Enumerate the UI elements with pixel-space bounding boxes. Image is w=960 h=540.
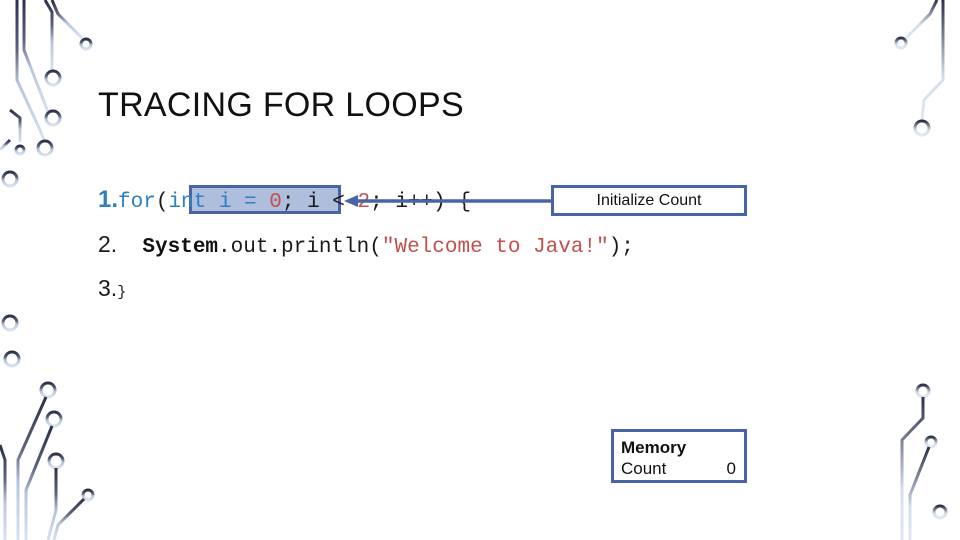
initialize-count-callout: Initialize Count	[551, 185, 747, 216]
memory-variable-row: Count 0	[621, 458, 736, 479]
string-literal: "Welcome to Java!"	[381, 236, 609, 259]
init-statement: int i =	[168, 191, 270, 214]
init-value: 0	[269, 191, 282, 214]
variable-name: Count	[621, 459, 667, 478]
system-class: System	[142, 236, 219, 259]
println-call: .out.println(	[218, 236, 382, 259]
code-line-1: 1.for(int i = 0; i < 2; i++) {	[98, 186, 471, 214]
code-line-3: 3.}	[98, 275, 126, 303]
code-line-2: 2. System.out.println("Welcome to Java!"…	[98, 231, 634, 259]
slide-title: TRACING FOR LOOPS	[98, 86, 464, 124]
circuit-decoration	[0, 0, 948, 540]
init-semicolon: ;	[281, 191, 295, 214]
closing-brace: }	[117, 284, 127, 301]
condition-suffix: ; i++) {	[370, 191, 471, 214]
callout-label: Initialize Count	[596, 191, 702, 209]
right-circuit	[894, 0, 948, 540]
condition-value: 2	[357, 191, 371, 214]
condition-prefix: i <	[294, 191, 358, 214]
line-number-3: 3.	[98, 275, 118, 301]
memory-title: Memory	[621, 438, 687, 457]
statement-end: );	[608, 236, 634, 259]
memory-box: Memory Count 0	[611, 429, 747, 483]
line-number-2: 2.	[98, 231, 118, 257]
keyword-for: for	[118, 191, 156, 214]
variable-value: 0	[726, 459, 736, 478]
line-number-1: 1.	[98, 186, 119, 213]
left-circuit	[0, 0, 95, 540]
paren-open: (	[155, 191, 169, 214]
